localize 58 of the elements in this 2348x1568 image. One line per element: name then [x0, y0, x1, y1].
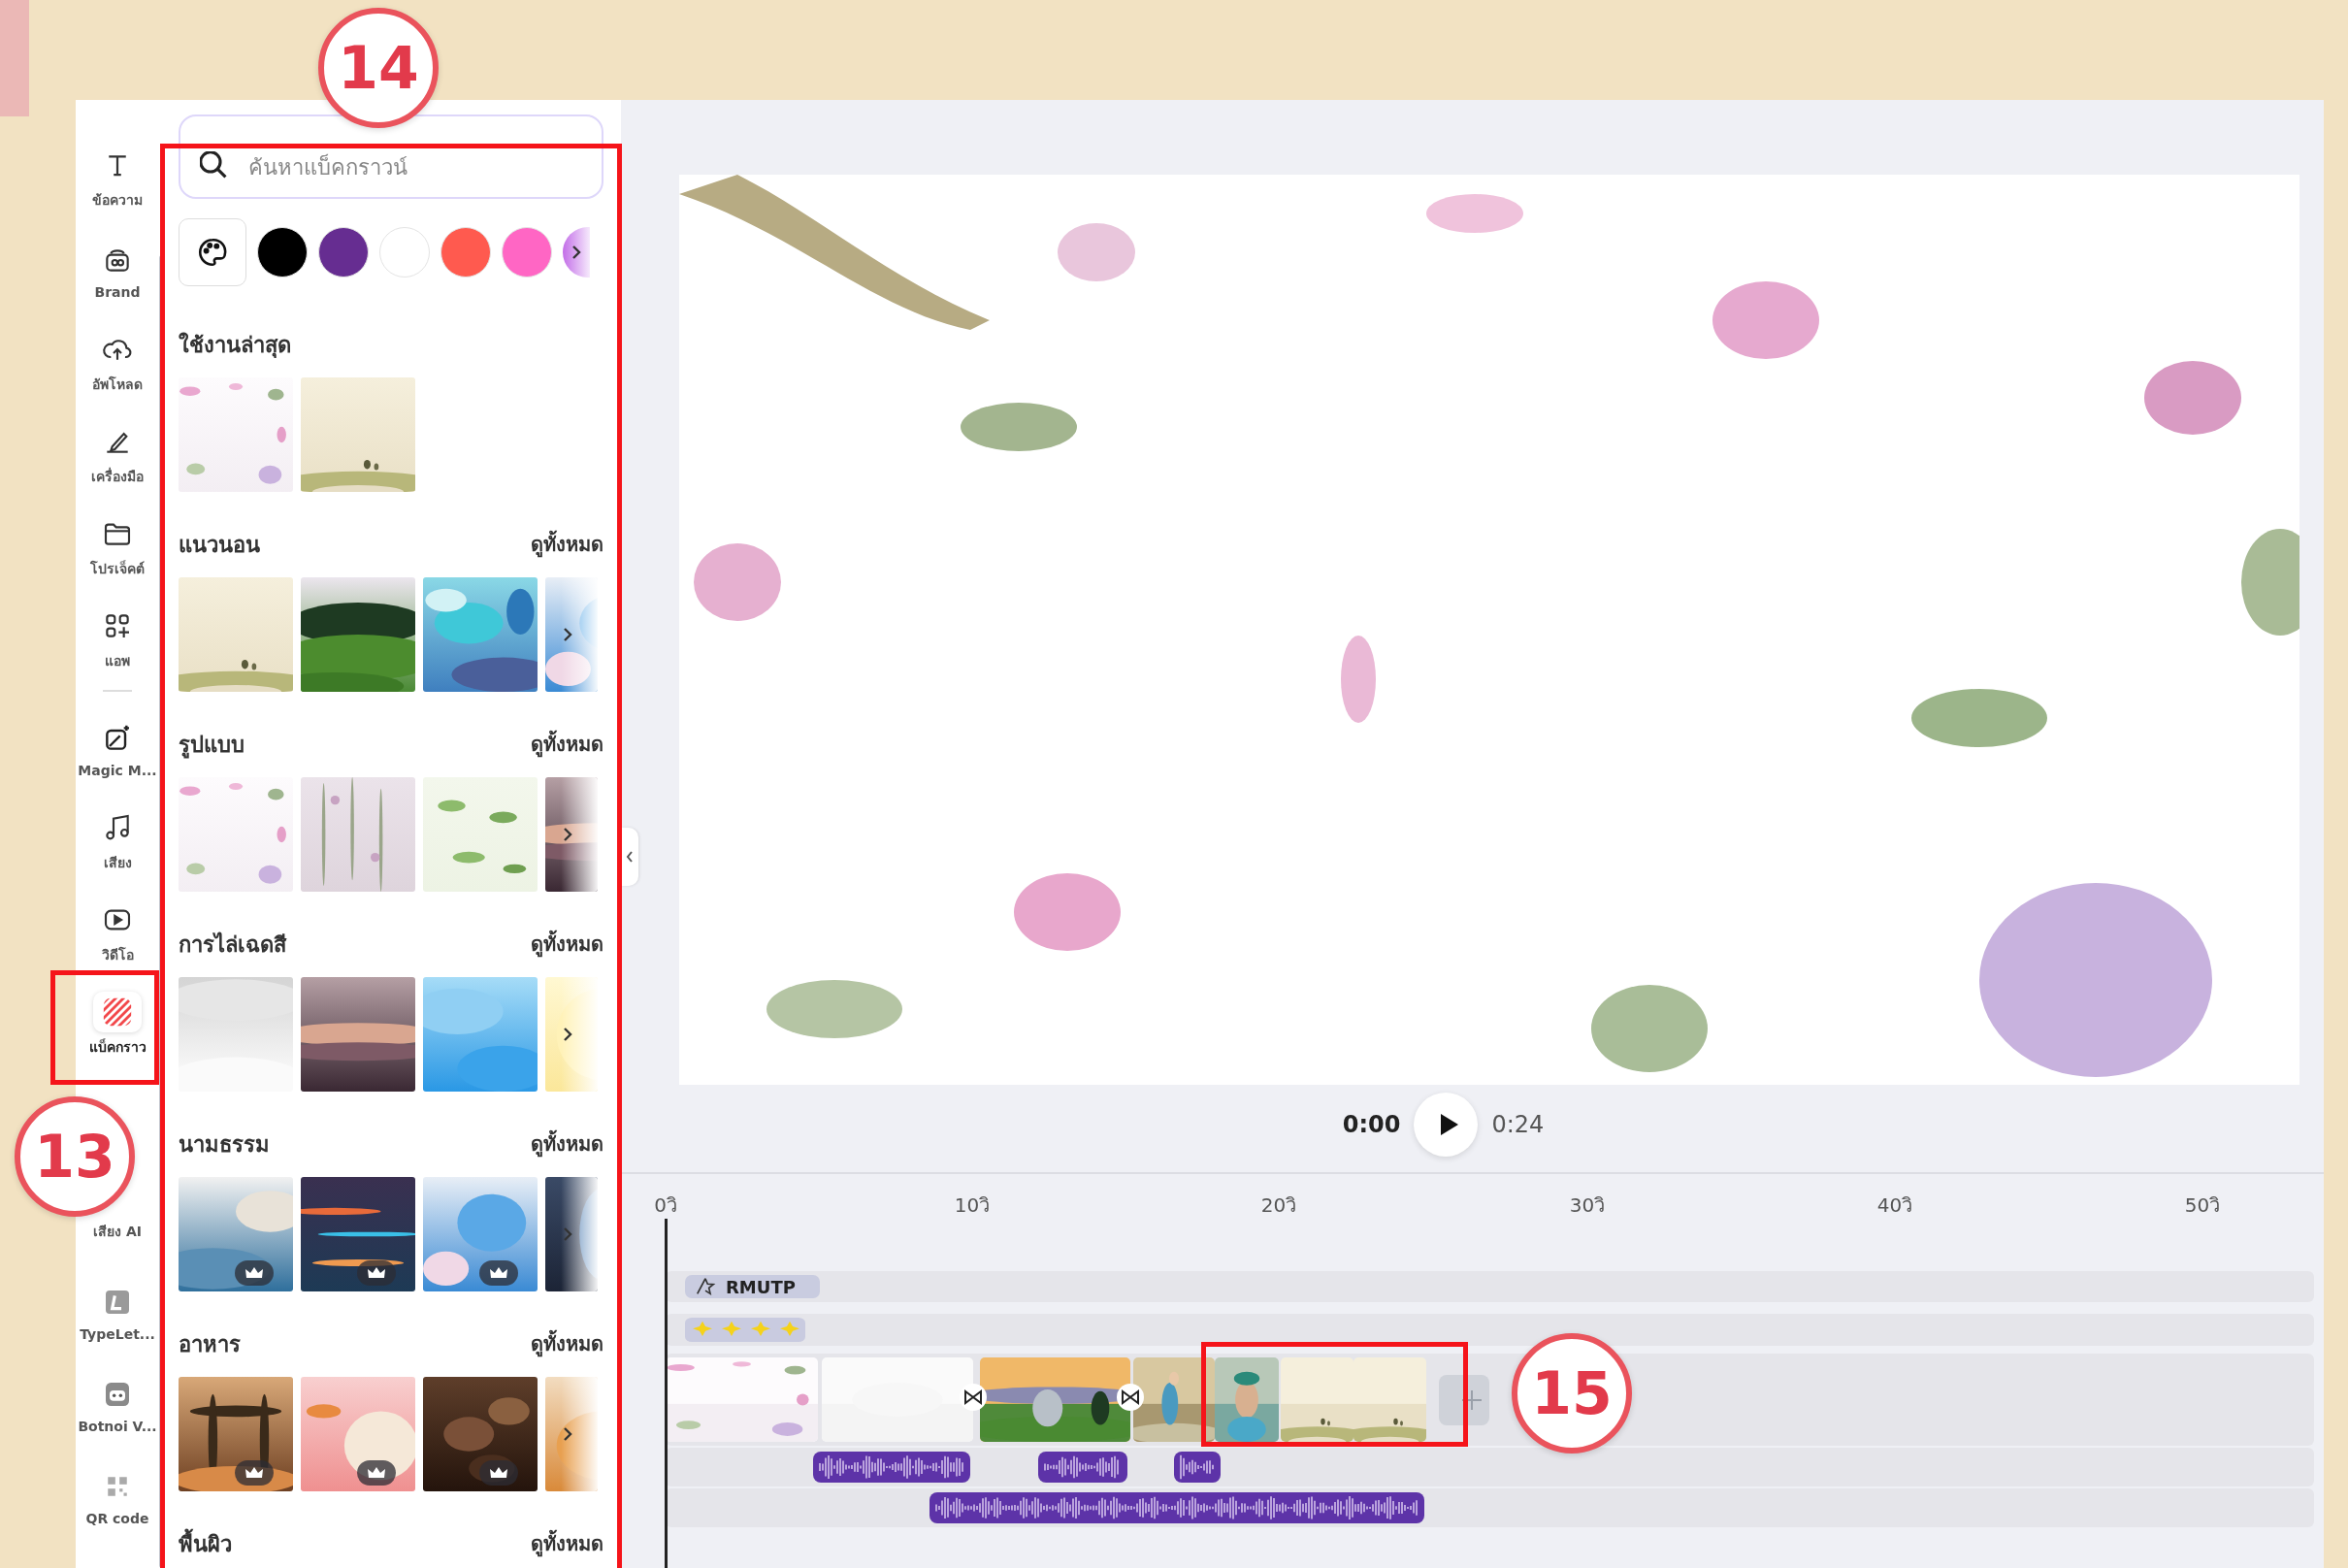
text-effect-icon [695, 1276, 716, 1297]
sidebar-item[interactable]: เสียง AI [76, 1217, 159, 1246]
see-all-link[interactable]: ดูทั้งหมด [531, 529, 603, 560]
plus-icon [1462, 1390, 1482, 1410]
see-all-link[interactable]: ดูทั้งหมด [531, 1528, 603, 1559]
more-colors-button[interactable] [563, 227, 590, 278]
section-title: การไล่เฉดสี [179, 931, 286, 959]
sidebar-item[interactable]: Brand [76, 223, 159, 315]
see-all-link[interactable]: ดูทั้งหมด [531, 929, 603, 960]
section-title: แนวนอน [179, 531, 260, 559]
see-all-link[interactable]: ดูทั้งหมด [531, 729, 603, 760]
ruler-label: 40วิ [1875, 1192, 1914, 1219]
ruler-label: 0วิ [653, 1192, 678, 1219]
sidebar-item[interactable]: อัพโหลด [76, 315, 159, 408]
sidebar-item[interactable]: เครื่องมือ [76, 408, 159, 500]
waveform-drawing [1180, 1454, 1215, 1481]
audio-clip[interactable] [1038, 1452, 1127, 1483]
ruler-label: 30วิ [1568, 1192, 1607, 1219]
text-clip[interactable]: RMUTP [685, 1275, 820, 1298]
sidebar-item[interactable]: Magic M... [76, 702, 159, 794]
see-all-link[interactable]: ดูทั้งหมด [531, 1328, 603, 1359]
sidebar-item[interactable]: Botnoi V... [76, 1357, 159, 1450]
color-swatch[interactable] [257, 227, 308, 278]
sidebar-item[interactable]: แอพ [76, 592, 159, 684]
step-number: 14 [318, 8, 439, 128]
section-title: รูปแบบ [179, 731, 245, 761]
sidebar-item[interactable]: QR code [76, 1450, 159, 1542]
audio-clip[interactable] [1174, 1452, 1221, 1483]
section-title: อาหาร [179, 1330, 241, 1358]
palette-icon [196, 236, 229, 269]
color-palette-button[interactable] [179, 218, 246, 286]
color-swatch[interactable] [379, 227, 430, 278]
add-clip-button[interactable] [1439, 1375, 1489, 1425]
current-time: 0:00 [1342, 1111, 1401, 1138]
sidebar-item[interactable]: เสียง [76, 794, 159, 886]
ruler-label: 20วิ [1259, 1192, 1298, 1219]
sidebar-item[interactable]: วิดีโอ [76, 886, 159, 978]
duration: 0:24 [1491, 1111, 1545, 1138]
section-title: ใช้งานล่าสุด [179, 331, 291, 360]
see-all-link[interactable]: ดูทั้งหมด [531, 1128, 603, 1160]
sticker-clip[interactable] [685, 1318, 805, 1342]
ruler-label: 10วิ [953, 1192, 992, 1219]
sidebar-item[interactable]: TypeLet... [76, 1265, 159, 1357]
search-field[interactable]: ค้นหาแบ็คกราวน์ [179, 114, 603, 199]
color-swatch[interactable] [318, 227, 369, 278]
step-number: 13 [15, 1096, 135, 1217]
color-swatch[interactable] [440, 227, 491, 278]
section-title: พื้นผิว [179, 1526, 232, 1561]
play-button[interactable] [1414, 1093, 1479, 1157]
search-icon [200, 151, 227, 179]
ruler-label: 50วิ [2183, 1192, 2222, 1219]
color-swatch[interactable] [502, 227, 552, 278]
section-title: นามธรรม [179, 1130, 270, 1159]
chevron-left-icon [625, 849, 635, 865]
sidebar-item[interactable]: โปรเจ็คต์ [76, 500, 159, 592]
sidebar-item[interactable]: ข้อความ [76, 131, 159, 223]
audio-clip[interactable] [813, 1452, 970, 1483]
sidebar-item[interactable]: แบ็คกราว [76, 978, 159, 1070]
